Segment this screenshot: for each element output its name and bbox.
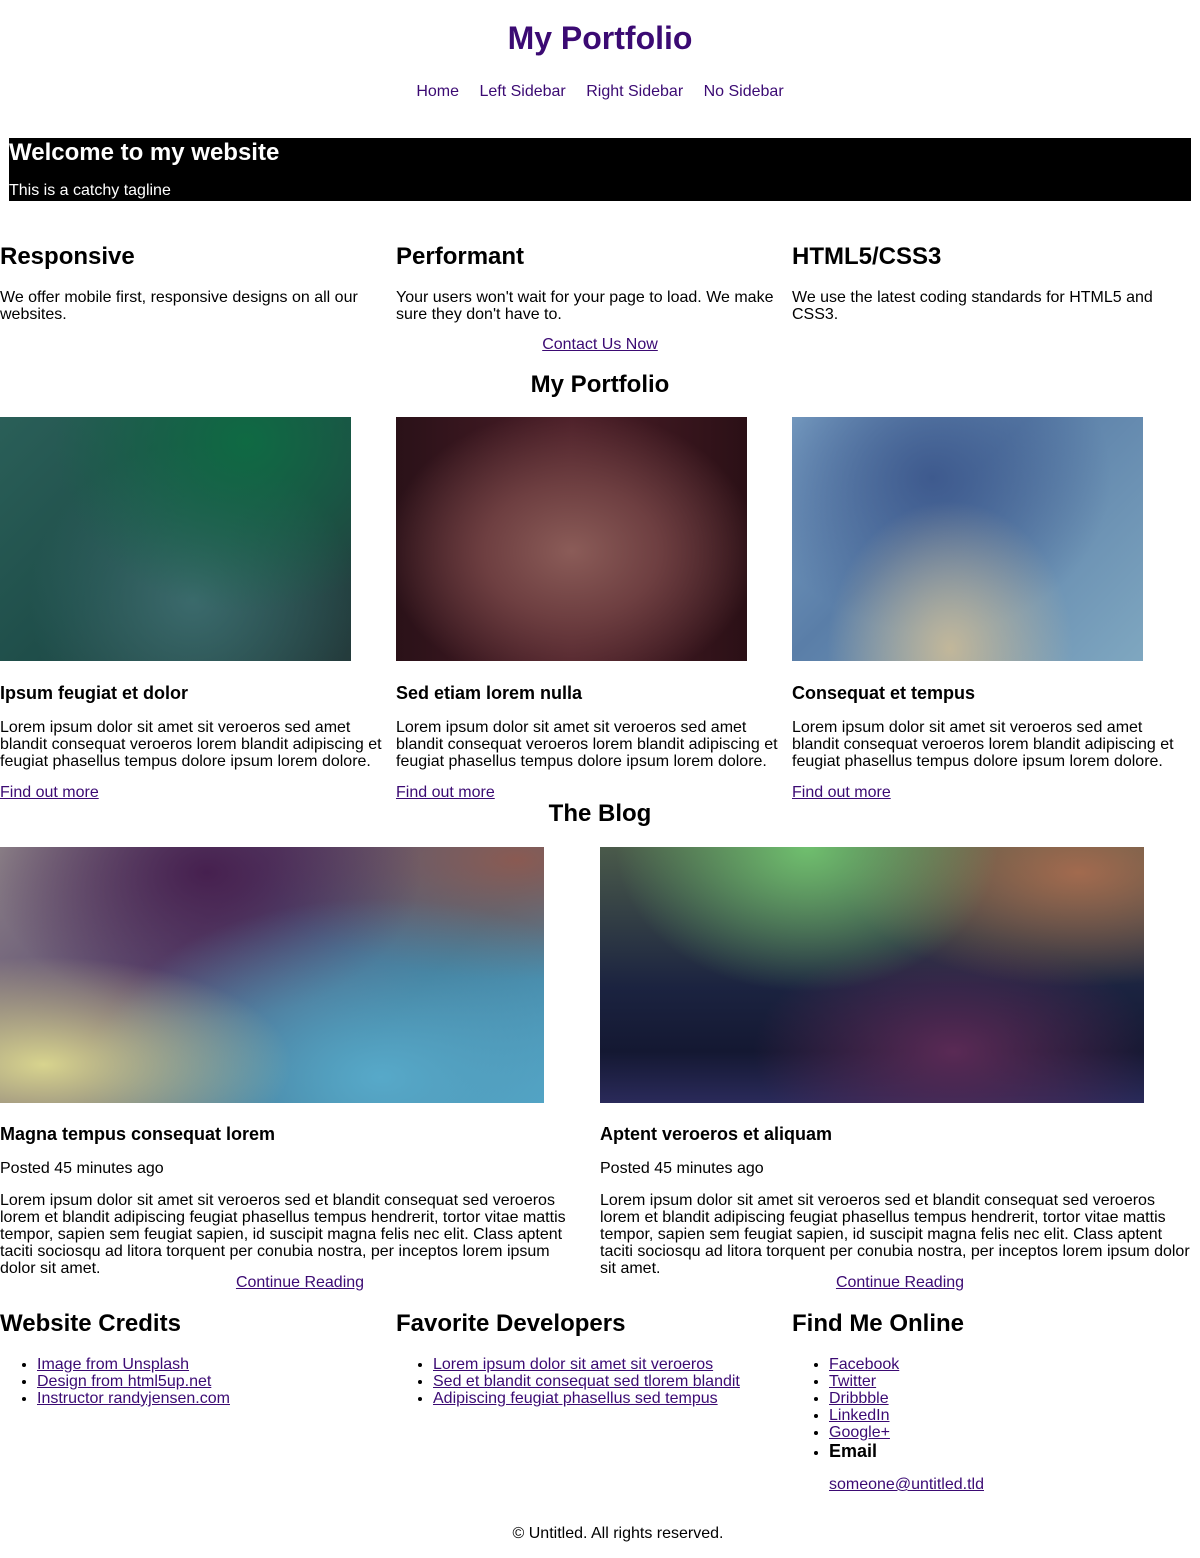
feature-text: Your users won't wait for your page to l… bbox=[396, 289, 774, 323]
blog-post-text: Lorem ipsum dolor sit amet sit veroeros … bbox=[600, 1192, 1190, 1277]
developer-link[interactable]: Lorem ipsum dolor sit amet sit veroeros bbox=[433, 1356, 713, 1373]
hero-banner: Welcome to my website This is a catchy t… bbox=[9, 138, 1191, 201]
blog-heading: The Blog bbox=[548, 800, 652, 827]
facebook-link[interactable]: Facebook bbox=[829, 1356, 899, 1373]
blog-post-link-wrap: Continue Reading bbox=[0, 1274, 600, 1292]
credit-link-html5up[interactable]: Design from html5up.net bbox=[37, 1373, 211, 1390]
credit-link-instructor[interactable]: Instructor randyjensen.com bbox=[37, 1390, 230, 1407]
banner-tagline: This is a catchy tagline bbox=[9, 182, 171, 199]
portfolio-item-text: Lorem ipsum dolor sit amet sit veroeros … bbox=[792, 719, 1174, 770]
footer-heading: Find Me Online bbox=[792, 1310, 964, 1337]
blog-post-link-wrap: Continue Reading bbox=[600, 1274, 1200, 1292]
email-label: Email bbox=[829, 1441, 878, 1461]
portfolio-item-title: Consequat et tempus bbox=[792, 683, 976, 703]
blog-post-title: Magna tempus consequat lorem bbox=[0, 1124, 276, 1144]
copyright: © Untitled. All rights reserved. bbox=[512, 1525, 724, 1542]
list-item: Instructor randyjensen.com bbox=[37, 1390, 392, 1407]
list-item: Facebook bbox=[829, 1356, 1184, 1373]
developer-link[interactable]: Sed et blandit consequat sed tlorem blan… bbox=[433, 1373, 740, 1390]
portfolio-item-text: Lorem ipsum dolor sit amet sit veroeros … bbox=[0, 719, 382, 770]
social-list: Facebook Twitter Dribbble LinkedIn Googl… bbox=[792, 1356, 1184, 1494]
dribbble-link[interactable]: Dribbble bbox=[829, 1390, 889, 1407]
feature-responsive: Responsive We offer mobile first, respon… bbox=[0, 243, 392, 323]
developers-list: Lorem ipsum dolor sit amet sit veroeros … bbox=[396, 1356, 788, 1407]
portfolio-image-1[interactable] bbox=[0, 417, 351, 661]
site-title: My Portfolio bbox=[507, 20, 693, 56]
blog-post-date: Posted 45 minutes ago bbox=[600, 1160, 764, 1177]
footer-heading: Favorite Developers bbox=[396, 1310, 626, 1337]
feature-title: HTML5/CSS3 bbox=[792, 243, 942, 270]
list-item: Image from Unsplash bbox=[37, 1356, 392, 1373]
portfolio-item-text: Lorem ipsum dolor sit amet sit veroeros … bbox=[396, 719, 778, 770]
nav-home[interactable]: Home bbox=[416, 83, 459, 100]
list-item: Sed et blandit consequat sed tlorem blan… bbox=[433, 1373, 788, 1390]
blog-post-date: Posted 45 minutes ago bbox=[0, 1160, 164, 1177]
list-item: Lorem ipsum dolor sit amet sit veroeros bbox=[433, 1356, 788, 1373]
footer-find-me-online: Find Me Online Facebook Twitter Dribbble… bbox=[792, 1310, 1184, 1494]
nav-left-sidebar[interactable]: Left Sidebar bbox=[479, 83, 565, 100]
list-item: Twitter bbox=[829, 1373, 1184, 1390]
blog-post-title: Aptent veroeros et aliquam bbox=[600, 1124, 833, 1144]
contact-us-link[interactable]: Contact Us Now bbox=[542, 336, 658, 353]
continue-reading-link[interactable]: Continue Reading bbox=[236, 1274, 364, 1291]
credit-link-unsplash[interactable]: Image from Unsplash bbox=[37, 1356, 189, 1373]
feature-performant: Performant Your users won't wait for you… bbox=[396, 243, 788, 323]
portfolio-heading: My Portfolio bbox=[530, 371, 670, 398]
credits-list: Image from Unsplash Design from html5up.… bbox=[0, 1356, 392, 1407]
portfolio-image-3[interactable] bbox=[792, 417, 1143, 661]
main-nav: Home Left Sidebar Right Sidebar No Sideb… bbox=[0, 82, 1200, 102]
email-item: Email someone@untitled.tld bbox=[829, 1441, 1184, 1494]
nav-no-sidebar[interactable]: No Sidebar bbox=[704, 83, 784, 100]
portfolio-image-2[interactable] bbox=[396, 417, 747, 661]
contact-cta: Contact Us Now bbox=[0, 336, 1200, 354]
linkedin-link[interactable]: LinkedIn bbox=[829, 1407, 890, 1424]
list-item: Dribbble bbox=[829, 1390, 1184, 1407]
list-item: Design from html5up.net bbox=[37, 1373, 392, 1390]
nav-right-sidebar[interactable]: Right Sidebar bbox=[586, 83, 683, 100]
list-item: Google+ bbox=[829, 1424, 1184, 1441]
portfolio-item-title: Ipsum feugiat et dolor bbox=[0, 683, 189, 703]
feature-text: We use the latest coding standards for H… bbox=[792, 289, 1153, 323]
feature-text: We offer mobile first, responsive design… bbox=[0, 289, 358, 323]
continue-reading-link[interactable]: Continue Reading bbox=[836, 1274, 964, 1291]
list-item: Adipiscing feugiat phasellus sed tempus bbox=[433, 1390, 788, 1407]
blog-image-2[interactable] bbox=[600, 847, 1144, 1103]
feature-html5-css3: HTML5/CSS3 We use the latest coding stan… bbox=[792, 243, 1196, 323]
blog-image-1[interactable] bbox=[0, 847, 544, 1103]
list-item: LinkedIn bbox=[829, 1407, 1184, 1424]
footer-favorite-developers: Favorite Developers Lorem ipsum dolor si… bbox=[396, 1310, 788, 1407]
banner-heading: Welcome to my website bbox=[9, 139, 280, 166]
email-link[interactable]: someone@untitled.tld bbox=[829, 1476, 1184, 1494]
portfolio-item-title: Sed etiam lorem nulla bbox=[396, 683, 583, 703]
footer-heading: Website Credits bbox=[0, 1310, 181, 1337]
feature-title: Performant bbox=[396, 243, 525, 270]
google-plus-link[interactable]: Google+ bbox=[829, 1424, 890, 1441]
footer-website-credits: Website Credits Image from Unsplash Desi… bbox=[0, 1310, 392, 1407]
twitter-link[interactable]: Twitter bbox=[829, 1373, 876, 1390]
blog-post-text: Lorem ipsum dolor sit amet sit veroeros … bbox=[0, 1192, 566, 1277]
developer-link[interactable]: Adipiscing feugiat phasellus sed tempus bbox=[433, 1390, 718, 1407]
feature-title: Responsive bbox=[0, 243, 135, 270]
